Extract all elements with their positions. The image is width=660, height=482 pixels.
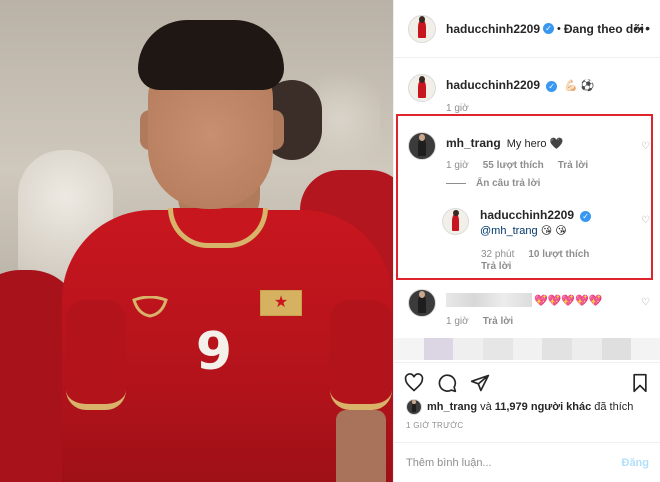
separator-dot: • — [557, 22, 561, 35]
share-icon[interactable] — [470, 373, 490, 393]
comment-item: 💖💖💖💖💖 — [408, 289, 602, 317]
comment-likes[interactable]: 55 lượt thích — [483, 160, 544, 171]
blurred-comments — [394, 338, 660, 360]
flag-star: ★ — [273, 294, 289, 311]
jersey-number: 9 — [195, 322, 233, 382]
reply-time[interactable]: 32 phút — [481, 249, 514, 260]
reply-meta: 32 phút 10 lượt thích — [481, 249, 589, 260]
divider — [446, 183, 466, 184]
reply-meta: Trả lời — [481, 261, 511, 272]
reply-likes[interactable]: 10 lượt thích — [528, 249, 589, 260]
reply-emoji: 😘 😘 — [540, 225, 567, 237]
post-comment-button[interactable]: Đăng — [622, 457, 650, 469]
player-arm — [336, 410, 386, 482]
comment-emoji: 🖤 — [549, 138, 564, 150]
post-timestamp: 1 GIỜ TRƯỚC — [406, 421, 464, 430]
likes-count[interactable]: 11,979 người khác — [495, 401, 592, 413]
comment-bar: Đăng — [394, 442, 660, 482]
hide-replies-label[interactable]: Ẩn câu trả lời — [476, 178, 540, 189]
reply-item: haducchinh2209 ✓ @mh_trang 😘 😘 — [442, 208, 592, 239]
comment-emoji: 💖💖💖💖💖 — [534, 294, 603, 307]
comment-meta: 1 giờ Trả lời — [446, 316, 513, 327]
kit-logo — [132, 296, 168, 318]
likes-summary: mh_trang và 11,979 người khác đã thích — [406, 399, 633, 415]
jersey-sleeve — [330, 300, 392, 410]
reply-avatar[interactable] — [442, 208, 469, 235]
comment-icon[interactable] — [437, 373, 457, 393]
commenter-avatar[interactable] — [408, 289, 436, 317]
verified-icon: ✓ — [580, 210, 592, 222]
reply-username[interactable]: haducchinh2209 — [480, 208, 574, 222]
heart-icon[interactable]: ♡ — [641, 215, 650, 226]
post-photo[interactable]: ★ 9 — [0, 0, 393, 482]
caption: haducchinh2209 ✓ 💪🏻 ⚽ — [408, 74, 595, 102]
player-hair — [138, 20, 284, 90]
following-button[interactable]: Đang theo dõi — [564, 22, 644, 36]
more-icon[interactable]: ••• — [633, 20, 651, 36]
hide-replies[interactable]: Ẩn câu trả lời — [446, 178, 540, 189]
likes-connector: và — [480, 401, 492, 413]
author-avatar[interactable] — [408, 14, 436, 43]
caption-time: 1 giờ — [446, 103, 469, 114]
vietnam-flag-badge: ★ — [260, 290, 302, 316]
author-username[interactable]: haducchinh2209 — [446, 22, 540, 36]
reply-button[interactable]: Trả lời — [481, 261, 511, 272]
caption-emojis: 💪🏻 ⚽ — [564, 80, 595, 92]
blurred-username — [446, 293, 532, 307]
comment-time[interactable]: 1 giờ — [446, 316, 469, 327]
comment-username[interactable]: mh_trang — [446, 136, 501, 150]
caption-username[interactable]: haducchinh2209 — [446, 78, 540, 92]
verified-icon: ✓ — [546, 80, 558, 92]
liker-username[interactable]: mh_trang — [427, 401, 477, 413]
comment-item: mh_trang My hero 🖤 — [408, 132, 563, 160]
jersey-sleeve — [66, 300, 126, 410]
verified-icon: ✓ — [543, 23, 555, 34]
comment-time[interactable]: 1 giờ — [446, 160, 469, 171]
mention-link[interactable]: @mh_trang — [480, 225, 538, 237]
heart-icon[interactable]: ♡ — [641, 141, 650, 152]
liker-avatar[interactable] — [406, 399, 422, 415]
likes-suffix: đã thích — [594, 401, 634, 413]
reply-button[interactable]: Trả lời — [483, 316, 513, 327]
post-side-panel: haducchinh2209 ✓ • Đang theo dõi ••• had… — [393, 0, 660, 482]
reply-button[interactable]: Trả lời — [558, 160, 588, 171]
heart-icon[interactable] — [404, 373, 424, 393]
commenter-avatar[interactable] — [408, 132, 436, 160]
post-header: haducchinh2209 ✓ • Đang theo dõi ••• — [394, 0, 660, 58]
author-avatar[interactable] — [408, 74, 436, 102]
bookmark-icon[interactable] — [630, 373, 650, 393]
comment-text: My hero — [506, 138, 547, 150]
heart-icon[interactable]: ♡ — [641, 297, 650, 308]
comment-meta: 1 giờ 55 lượt thích Trả lời — [446, 160, 588, 171]
comment-input[interactable] — [406, 456, 622, 469]
